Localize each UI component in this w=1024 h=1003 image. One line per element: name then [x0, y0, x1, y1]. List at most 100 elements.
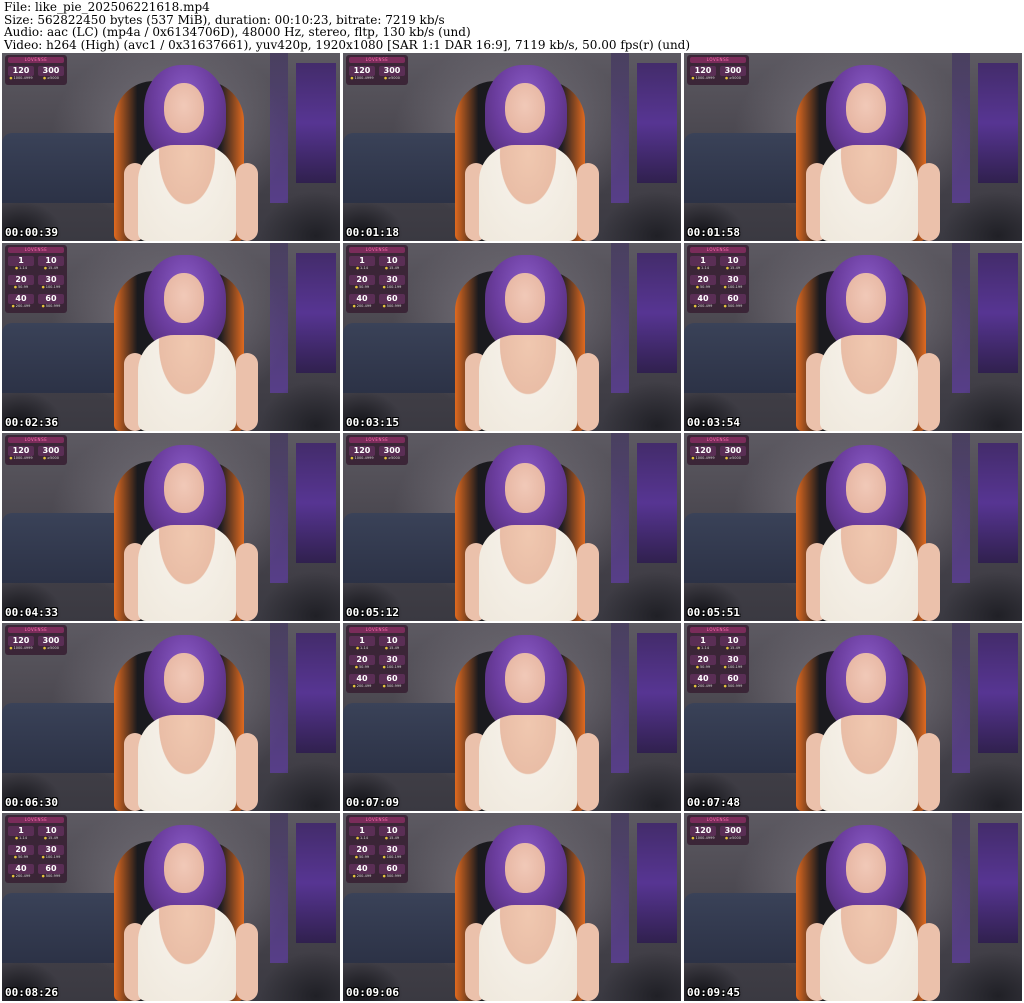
tier-value: 40 [8, 294, 34, 304]
tier-value: 30 [38, 275, 64, 285]
tier-range: 200-499 [349, 684, 375, 689]
neon-panel [296, 63, 336, 183]
tip-tier: 1201000-4999 [8, 446, 34, 461]
tier-value: 60 [379, 864, 405, 874]
overlay-title: LOVENSE [349, 627, 405, 633]
tier-value: 1 [8, 826, 34, 836]
tier-range: ≥5000 [379, 456, 405, 461]
tip-tier: 1201000-4999 [690, 66, 716, 81]
tip-tier: 2050-99 [349, 275, 375, 290]
tier-range: 15-49 [379, 646, 405, 651]
tier-value: 300 [720, 446, 746, 456]
lovense-tip-overlay: LOVENSE 11-14 1015-49 2050-99 30100-199 40200… [346, 815, 408, 883]
tier-range: ≥5000 [720, 836, 746, 841]
person-arm [236, 353, 258, 431]
neon-panel [637, 823, 677, 943]
video-thumbnail: LOVENSE 1201000-4999 300≥5000 00:01:58 [684, 53, 1022, 241]
tier-range: 500-999 [720, 304, 746, 309]
foreground-shadow [260, 571, 340, 621]
person-face [846, 273, 886, 323]
tip-tier: 2050-99 [8, 275, 34, 290]
foreground-shadow [260, 951, 340, 1001]
tier-range: ≥5000 [720, 76, 746, 81]
tier-range: ≥5000 [38, 646, 64, 651]
tier-value: 30 [379, 275, 405, 285]
tip-tier: 40200-499 [8, 294, 34, 309]
tier-range: 50-99 [8, 285, 34, 290]
tier-range: 200-499 [8, 304, 34, 309]
person-dress [479, 715, 577, 811]
neon-light [270, 813, 288, 963]
tier-value: 20 [8, 845, 34, 855]
tier-range: 200-499 [690, 304, 716, 309]
overlay-title: LOVENSE [690, 57, 746, 63]
video-thumbnail: LOVENSE11-141015-492050-9930100-19940200… [684, 243, 1022, 431]
tip-tier: 30100-199 [720, 655, 746, 670]
foreground-shadow [601, 951, 681, 1001]
person-face [164, 653, 204, 703]
overlay-title: LOVENSE [349, 817, 405, 823]
tip-tier: 1015-49 [379, 636, 405, 651]
tier-range: 1-14 [349, 266, 375, 271]
tier-range: 500-999 [379, 874, 405, 879]
neon-light [952, 813, 970, 963]
tier-value: 60 [720, 674, 746, 684]
tip-tier: 30100-199 [720, 275, 746, 290]
tip-tier: 60500-999 [38, 294, 64, 309]
tier-value: 20 [690, 655, 716, 665]
person-arm [918, 353, 940, 431]
tier-range: 1-14 [8, 836, 34, 841]
tier-range: 100-199 [379, 285, 405, 290]
tip-tier: 30100-199 [379, 275, 405, 290]
neon-light [611, 433, 629, 583]
tier-value: 40 [349, 294, 375, 304]
tier-range: 1000-4999 [690, 836, 716, 841]
tier-value: 10 [379, 826, 405, 836]
tier-value: 1 [8, 256, 34, 266]
neon-panel [978, 443, 1018, 563]
person-arm [577, 543, 599, 621]
tier-range: 1000-4999 [349, 456, 375, 461]
person-face [505, 463, 545, 513]
tier-range: 100-199 [38, 855, 64, 860]
lovense-tip-overlay: LOVENSE 11-14 1015-49 2050-99 30100-199 40200… [687, 625, 749, 693]
tier-value: 1 [349, 826, 375, 836]
foreground-shadow [942, 761, 1022, 811]
person-face [505, 83, 545, 133]
tier-value: 20 [8, 275, 34, 285]
tier-range: 50-99 [349, 285, 375, 290]
person-face [846, 83, 886, 133]
person-dress [138, 715, 236, 811]
timestamp-label: 00:01:58 [687, 226, 740, 239]
tip-tier: 11-14 [8, 256, 34, 271]
tier-range: 15-49 [720, 646, 746, 651]
tip-tier: 11-14 [349, 256, 375, 271]
overlay-title: LOVENSE [349, 247, 405, 253]
tier-range: 200-499 [349, 304, 375, 309]
tip-tier: 30100-199 [379, 655, 405, 670]
lovense-tip-overlay: LOVENSE 11-14 1015-49 2050-99 30100-199 40200… [346, 245, 408, 313]
tier-range: 500-999 [379, 304, 405, 309]
person-dress [138, 335, 236, 431]
tip-tier: 300≥5000 [38, 446, 64, 461]
tier-value: 1 [690, 636, 716, 646]
tier-range: 1-14 [690, 646, 716, 651]
tier-range: 100-199 [379, 855, 405, 860]
timestamp-label: 00:06:30 [5, 796, 58, 809]
neon-panel [978, 823, 1018, 943]
tier-value: 120 [690, 826, 716, 836]
tier-range: 50-99 [8, 855, 34, 860]
tier-value: 30 [720, 275, 746, 285]
person-arm [577, 353, 599, 431]
tip-tier: 300≥5000 [38, 636, 64, 651]
tip-tier: 300≥5000 [720, 66, 746, 81]
tier-value: 10 [720, 636, 746, 646]
person-dress [479, 905, 577, 1001]
lovense-tip-overlay: LOVENSE 11-14 1015-49 2050-99 30100-199 40200… [687, 245, 749, 313]
tier-value: 40 [349, 864, 375, 874]
audio-info-line: Audio: aac (LC) (mp4a / 0x6134706D), 480… [4, 25, 471, 40]
person-arm [577, 923, 599, 1001]
neon-light [611, 53, 629, 203]
foreground-shadow [601, 381, 681, 431]
person-face [164, 843, 204, 893]
